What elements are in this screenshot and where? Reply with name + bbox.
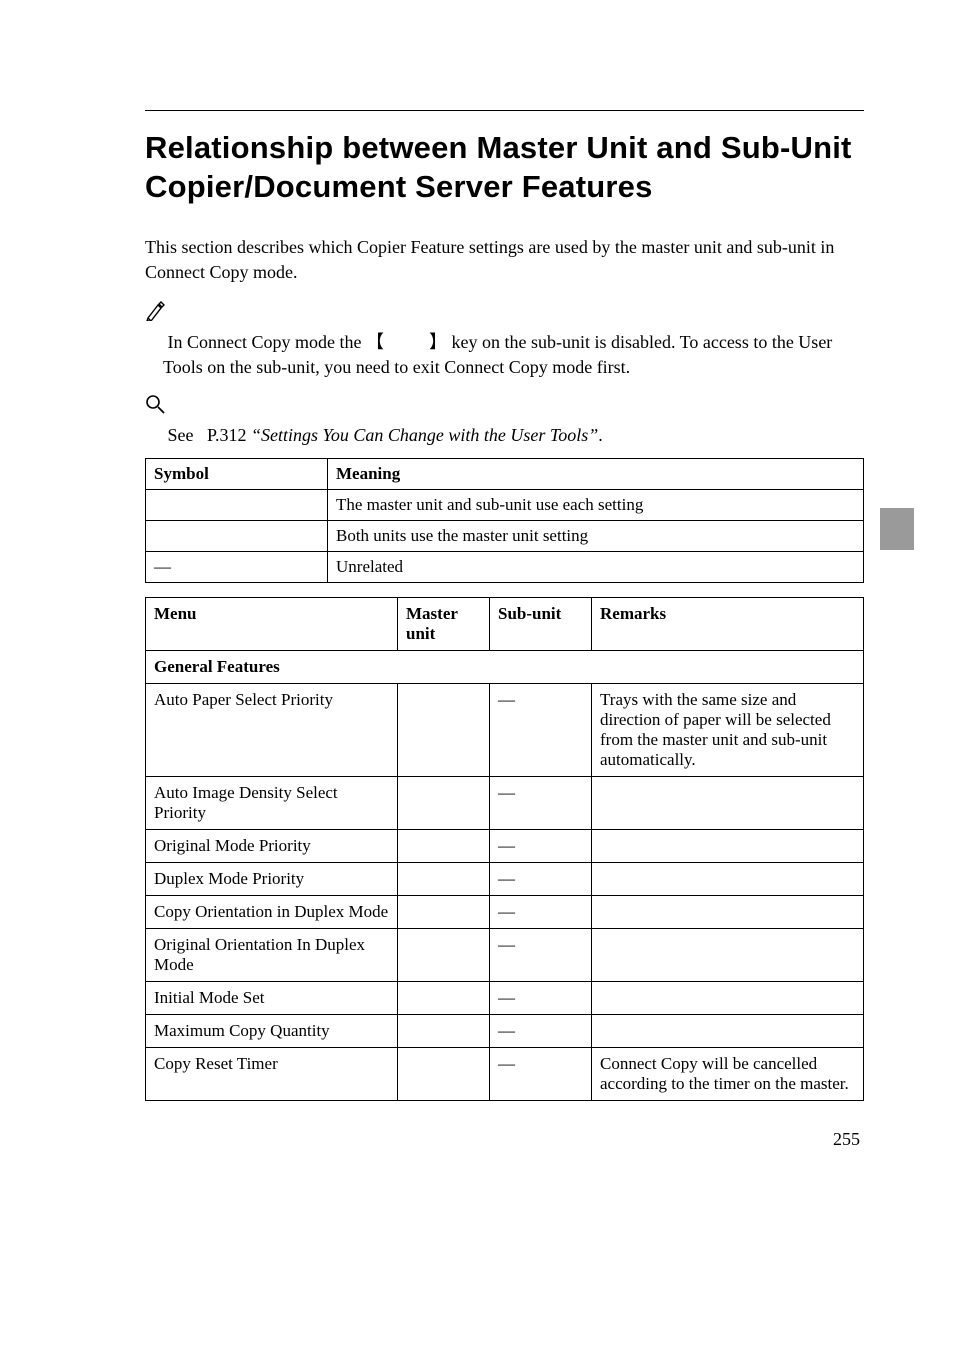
menu-cell: Initial Mode Set xyxy=(146,982,398,1015)
master-cell xyxy=(398,896,490,929)
side-tab xyxy=(880,508,914,550)
menu-cell: Copy Reset Timer xyxy=(146,1048,398,1101)
note-pre: In Connect Copy mode the xyxy=(168,332,366,352)
meaning-cell: The master unit and sub-unit use each se… xyxy=(328,490,864,521)
symbol-header-meaning: Meaning xyxy=(328,459,864,490)
menu-cell: Auto Image Density Select Priority xyxy=(146,777,398,830)
ref-post: . xyxy=(598,425,603,445)
remarks-cell xyxy=(592,982,864,1015)
menu-cell: Auto Paper Select Priority xyxy=(146,684,398,777)
menu-cell: Original Mode Priority xyxy=(146,830,398,863)
note-icon xyxy=(145,301,165,321)
table-row: Original Orientation In Duplex Mode — xyxy=(146,929,864,982)
master-cell xyxy=(398,830,490,863)
remarks-cell: Trays with the same size and direction o… xyxy=(592,684,864,777)
page-title: Relationship between Master Unit and Sub… xyxy=(145,129,864,207)
symbol-table: Symbol Meaning The master unit and sub-u… xyxy=(145,458,864,583)
subunit-cell: — xyxy=(490,982,592,1015)
table-row: — Unrelated xyxy=(146,552,864,583)
table-row: The master unit and sub-unit use each se… xyxy=(146,490,864,521)
subunit-cell: — xyxy=(490,929,592,982)
symbol-cell xyxy=(146,490,328,521)
section-label: General Features xyxy=(146,651,864,684)
master-cell xyxy=(398,777,490,830)
subunit-cell: — xyxy=(490,777,592,830)
note-text: In Connect Copy mode the 【 】 key on the … xyxy=(163,330,864,380)
reference-text: See P.312 “Settings You Can Change with … xyxy=(163,423,864,448)
ref-italic: “Settings You Can Change with the User T… xyxy=(251,425,598,445)
table-row: Copy Orientation in Duplex Mode — xyxy=(146,896,864,929)
menu-cell: Duplex Mode Priority xyxy=(146,863,398,896)
meaning-cell: Both units use the master unit setting xyxy=(328,521,864,552)
master-cell xyxy=(398,929,490,982)
ref-pre: See xyxy=(168,425,199,445)
remarks-cell xyxy=(592,863,864,896)
top-rule xyxy=(145,110,864,111)
remarks-cell xyxy=(592,830,864,863)
menu-header-remarks: Remarks xyxy=(592,598,864,651)
table-row: Initial Mode Set — xyxy=(146,982,864,1015)
page-content: Relationship between Master Unit and Sub… xyxy=(0,0,954,1190)
menu-cell: Maximum Copy Quantity xyxy=(146,1015,398,1048)
section-row: General Features xyxy=(146,651,864,684)
symbol-header-symbol: Symbol xyxy=(146,459,328,490)
subunit-cell: — xyxy=(490,1048,592,1101)
table-row: Duplex Mode Priority — xyxy=(146,863,864,896)
meaning-cell: Unrelated xyxy=(328,552,864,583)
menu-cell: Copy Orientation in Duplex Mode xyxy=(146,896,398,929)
menu-header-menu: Menu xyxy=(146,598,398,651)
menu-header-master: Master unit xyxy=(398,598,490,651)
remarks-cell: Connect Copy will be cancelled according… xyxy=(592,1048,864,1101)
master-cell xyxy=(398,863,490,896)
table-row: Auto Image Density Select Priority — xyxy=(146,777,864,830)
remarks-cell xyxy=(592,777,864,830)
symbol-cell xyxy=(146,521,328,552)
menu-header-subunit: Sub-unit xyxy=(490,598,592,651)
menu-table: Menu Master unit Sub-unit Remarks Genera… xyxy=(145,597,864,1101)
table-row: Original Mode Priority — xyxy=(146,830,864,863)
subunit-cell: — xyxy=(490,684,592,777)
master-cell xyxy=(398,982,490,1015)
table-row: Both units use the master unit setting xyxy=(146,521,864,552)
symbol-cell: — xyxy=(146,552,328,583)
subunit-cell: — xyxy=(490,896,592,929)
master-cell xyxy=(398,1015,490,1048)
subunit-cell: — xyxy=(490,830,592,863)
page-number: 255 xyxy=(145,1129,864,1150)
table-row: Auto Paper Select Priority — Trays with … xyxy=(146,684,864,777)
intro-paragraph: This section describes which Copier Feat… xyxy=(145,235,864,285)
master-cell xyxy=(398,1048,490,1101)
ref-page: P.312 xyxy=(207,425,251,445)
subunit-cell: — xyxy=(490,863,592,896)
key-close-bracket: 】 xyxy=(429,332,447,352)
remarks-cell xyxy=(592,896,864,929)
subunit-cell: — xyxy=(490,1015,592,1048)
menu-cell: Original Orientation In Duplex Mode xyxy=(146,929,398,982)
remarks-cell xyxy=(592,929,864,982)
table-row: Copy Reset Timer — Connect Copy will be … xyxy=(146,1048,864,1101)
master-cell xyxy=(398,684,490,777)
reference-icon xyxy=(145,394,165,414)
table-row: Maximum Copy Quantity — xyxy=(146,1015,864,1048)
remarks-cell xyxy=(592,1015,864,1048)
key-open-bracket: 【 xyxy=(366,332,384,352)
